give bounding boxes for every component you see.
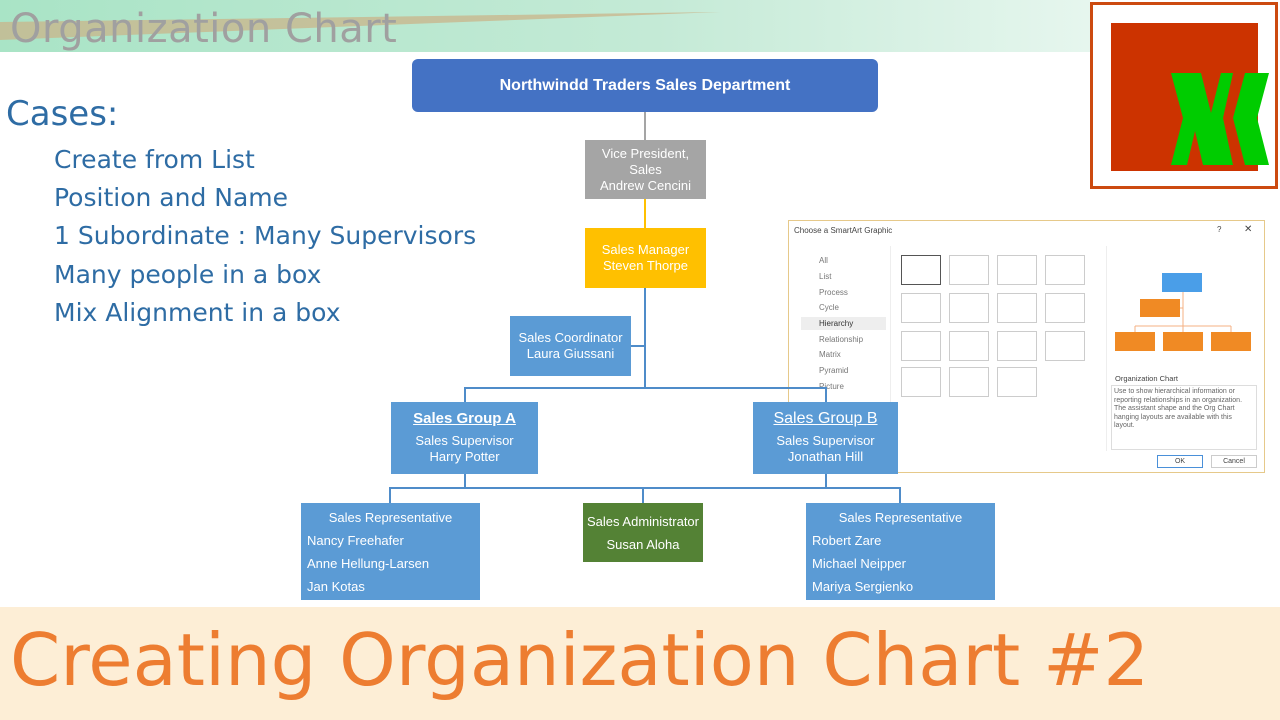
org-vp-box[interactable]: Vice President, Sales Andrew Cencini (585, 140, 706, 199)
layout-thumbnail[interactable] (1045, 255, 1085, 285)
case-item: Mix Alignment in a box (54, 298, 341, 327)
cases-heading: Cases: (6, 94, 119, 134)
connector (644, 112, 646, 140)
help-button[interactable]: ? (1217, 225, 1221, 234)
layout-thumbnail[interactable] (949, 293, 989, 323)
connector (644, 288, 646, 389)
rep-name: Robert Zare (812, 532, 882, 548)
reps-a-title: Sales Representative (328, 509, 453, 525)
admin-name: Susan Aloha (606, 536, 680, 552)
banner-title: Creating Organization Chart #2 (10, 618, 1150, 702)
layout-thumbnail[interactable] (997, 367, 1037, 397)
layout-thumbnail[interactable] (949, 367, 989, 397)
category-all[interactable]: All (819, 256, 828, 265)
category-hierarchy[interactable]: Hierarchy (819, 319, 853, 328)
connector (464, 387, 466, 402)
group-a-name: Harry Potter (429, 449, 500, 464)
rep-name: Nancy Freehafer (307, 532, 404, 548)
org-top-box[interactable]: Northwindd Traders Sales Department (412, 59, 878, 112)
close-button[interactable]: ✕ (1244, 224, 1252, 235)
org-group-a-box[interactable]: Sales Group A Sales Supervisor Harry Potte… (391, 402, 538, 474)
connector (825, 387, 827, 402)
org-manager-box[interactable]: Sales Manager Steven Thorpe (585, 228, 706, 288)
layout-thumbnail[interactable] (901, 293, 941, 323)
layout-thumbnail[interactable] (997, 255, 1037, 285)
connector (389, 487, 391, 503)
group-b-name: Jonathan Hill (787, 449, 864, 464)
connector (825, 474, 827, 488)
preview-image (1115, 273, 1251, 351)
preview-title: Organization Chart (1115, 374, 1178, 383)
org-reps-a-box[interactable]: Sales Representative Nancy Freehafer Anne … (301, 503, 480, 600)
category-process[interactable]: Process (819, 288, 848, 297)
manager-title: Sales Manager (601, 242, 690, 257)
layout-thumbnail[interactable] (997, 331, 1037, 361)
layout-thumbnail[interactable] (1045, 293, 1085, 323)
rep-name: Michael Neipper (812, 555, 906, 571)
case-item: Position and Name (54, 183, 289, 212)
org-coordinator-box[interactable]: Sales Coordinator Laura Giussani (510, 316, 631, 376)
rep-name: Mariya Sergienko (812, 578, 914, 594)
group-b-label: Sales Group B (773, 410, 878, 427)
group-b-title: Sales Supervisor (776, 433, 875, 448)
group-a-label: Sales Group A (413, 410, 516, 427)
manager-name: Steven Thorpe (602, 258, 689, 273)
cancel-button[interactable]: Cancel (1211, 455, 1257, 468)
vp-title: Sales (629, 161, 662, 177)
layout-thumbnail[interactable] (901, 255, 941, 285)
vp-name: Andrew Cencini (599, 177, 692, 193)
rep-name: Anne Hellung-Larsen (307, 555, 430, 571)
top-box-label: Northwindd Traders Sales Department (499, 76, 791, 94)
case-item: 1 Subordinate : Many Supervisors (54, 221, 477, 250)
connector (464, 474, 466, 488)
layout-thumbnail[interactable] (901, 331, 941, 361)
ok-button[interactable]: OK (1157, 455, 1203, 468)
reps-b-title: Sales Representative (838, 509, 963, 525)
preview-description: Use to show hierarchical information or … (1111, 385, 1257, 450)
layout-thumbnail[interactable] (997, 293, 1037, 323)
connector (389, 487, 901, 489)
category-relationship[interactable]: Relationship (819, 335, 863, 344)
admin-title: Sales Administrator (587, 513, 699, 529)
connector (631, 345, 645, 347)
connector (464, 387, 827, 389)
coordinator-name: Laura Giussani (526, 346, 615, 361)
logo-x-icon (1171, 73, 1269, 165)
vp-title: Vice President, (601, 145, 690, 161)
case-item: Create from List (54, 145, 255, 174)
group-a-title: Sales Supervisor (415, 433, 514, 448)
dialog-title: Choose a SmartArt Graphic (794, 226, 893, 235)
rep-name: Jan Kotas (307, 578, 365, 594)
org-admin-box[interactable]: Sales Administrator Susan Aloha (583, 503, 703, 562)
category-pyramid[interactable]: Pyramid (819, 366, 848, 375)
connector (644, 199, 646, 228)
category-cycle[interactable]: Cycle (819, 303, 839, 312)
coordinator-title: Sales Coordinator (518, 330, 623, 345)
layout-thumbnail[interactable] (949, 255, 989, 285)
logo (1090, 2, 1278, 189)
layout-thumbnail[interactable] (1045, 331, 1085, 361)
case-item: Many people in a box (54, 260, 322, 289)
layout-thumbnail[interactable] (949, 331, 989, 361)
layout-thumbnail[interactable] (901, 367, 941, 397)
org-group-b-box[interactable]: Sales Group B Sales Supervisor Jonathan Hi… (753, 402, 898, 474)
header-title: Organization Chart (10, 6, 398, 52)
org-reps-b-box[interactable]: Sales Representative Robert Zare Michael N… (806, 503, 995, 600)
connector (642, 487, 644, 503)
connector (899, 487, 901, 503)
category-matrix[interactable]: Matrix (819, 350, 841, 359)
category-list[interactable]: List (819, 272, 831, 281)
